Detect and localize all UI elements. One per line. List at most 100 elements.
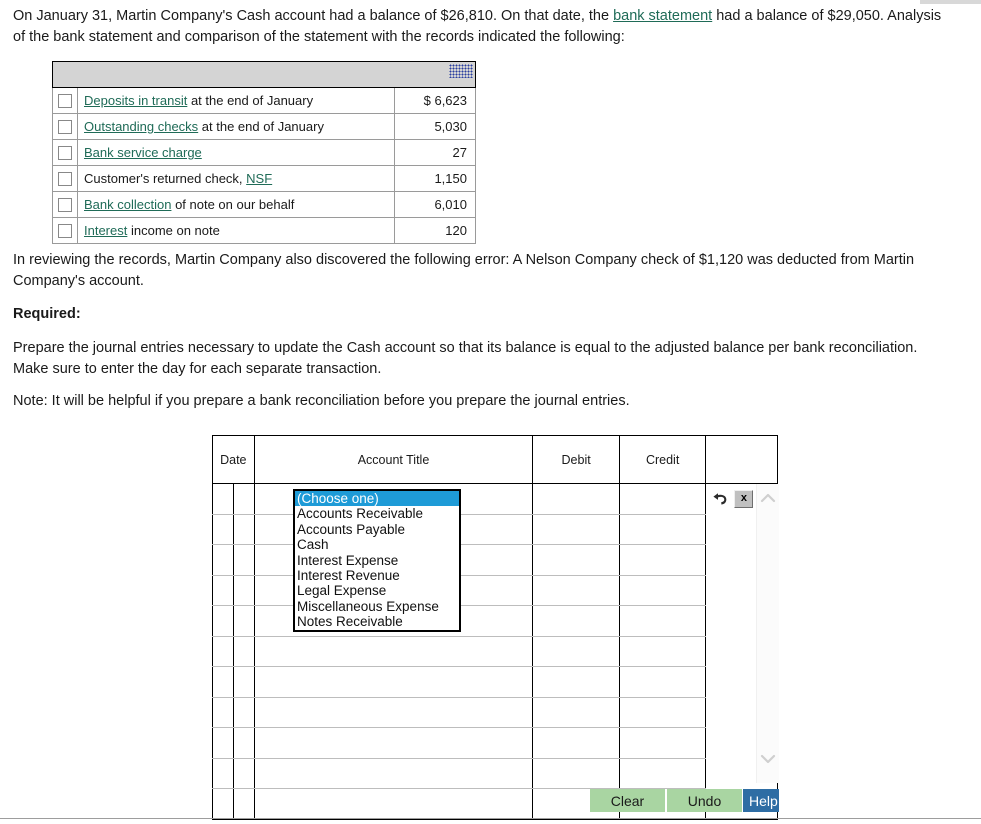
- row-checkbox[interactable]: [58, 198, 72, 213]
- journal-cell-date-day[interactable]: [232, 666, 255, 698]
- row-checkbox[interactable]: [58, 94, 72, 109]
- journal-cell-date-month[interactable]: [212, 666, 234, 698]
- account-option[interactable]: Legal Expense: [295, 583, 459, 598]
- journal-cell-debit[interactable]: [532, 574, 620, 606]
- journal-entry-panel: Date Account Title Debit Credit x (Choos…: [212, 435, 778, 820]
- journal-cell-date-month[interactable]: [212, 635, 234, 667]
- journal-cell-credit[interactable]: [618, 666, 707, 698]
- journal-cell-credit[interactable]: [618, 757, 707, 789]
- journal-cell-date-month[interactable]: [212, 574, 234, 606]
- journal-cell-debit[interactable]: [532, 727, 620, 759]
- clear-button[interactable]: Clear: [590, 789, 665, 812]
- journal-cell-account-title[interactable]: [253, 635, 534, 667]
- journal-cell-date-day[interactable]: [232, 696, 255, 728]
- table-row: Interest income on note 120: [52, 217, 476, 244]
- table-row: Bank collection of note on our behalf 6,…: [52, 191, 476, 218]
- bank-statement-glossary-link[interactable]: bank statement: [613, 8, 712, 24]
- delete-row-button[interactable]: x: [734, 490, 754, 508]
- journal-cell-date-month[interactable]: [212, 605, 234, 637]
- facts-row-amount: 120: [394, 217, 476, 244]
- intro-text-before: On January 31, Martin Company's Cash acc…: [13, 8, 614, 24]
- journal-cell-date-day[interactable]: [232, 544, 255, 576]
- note-paragraph: Note: It will be helpful if you prepare …: [13, 393, 630, 409]
- journal-cell-credit[interactable]: [618, 605, 707, 637]
- journal-cell-credit[interactable]: [618, 574, 707, 606]
- table-row: [212, 696, 778, 728]
- journal-cell-credit[interactable]: [618, 727, 707, 759]
- facts-row-amount: 1,150: [394, 165, 476, 192]
- journal-cell-debit[interactable]: [532, 483, 620, 515]
- journal-cell-debit[interactable]: [532, 635, 620, 667]
- journal-cell-date-day[interactable]: [232, 635, 255, 667]
- undo-row-icon[interactable]: [712, 492, 729, 507]
- row-checkbox[interactable]: [58, 172, 72, 187]
- facts-row-amount: 27: [394, 139, 476, 166]
- bank-reconciliation-facts-table: Deposits in transit at the end of Januar…: [52, 61, 476, 244]
- facts-row-amount: 5,030: [394, 113, 476, 140]
- interest-glossary-link[interactable]: Interest: [84, 223, 127, 238]
- help-button[interactable]: Help: [743, 789, 779, 812]
- account-option[interactable]: Accounts Receivable: [295, 506, 459, 521]
- row-checkbox[interactable]: [58, 224, 72, 239]
- journal-cell-account-title[interactable]: [253, 666, 534, 698]
- deposits-in-transit-glossary-link[interactable]: Deposits in transit: [84, 93, 187, 108]
- account-option[interactable]: Interest Revenue: [295, 568, 459, 583]
- journal-cell-date-month[interactable]: [212, 788, 234, 820]
- bank-collection-glossary-link[interactable]: Bank collection: [84, 197, 171, 212]
- journal-cell-date-day[interactable]: [232, 483, 255, 515]
- journal-cell-date-month[interactable]: [212, 544, 234, 576]
- journal-cell-debit[interactable]: [532, 513, 620, 545]
- journal-cell-date-month[interactable]: [212, 757, 234, 789]
- journal-cell-date-month[interactable]: [212, 483, 234, 515]
- scroll-up-chevron-icon[interactable]: [760, 490, 776, 506]
- journal-cell-debit[interactable]: [532, 605, 620, 637]
- journal-cell-account-title[interactable]: [253, 788, 534, 820]
- row-checkbox[interactable]: [58, 146, 72, 161]
- journal-cell-date-month[interactable]: [212, 696, 234, 728]
- journal-cell-credit[interactable]: [618, 513, 707, 545]
- journal-cell-date-day[interactable]: [232, 727, 255, 759]
- account-option[interactable]: Notes Receivable: [295, 614, 459, 629]
- undo-button[interactable]: Undo: [667, 789, 742, 812]
- account-title-dropdown-listbox[interactable]: (Choose one) Accounts Receivable Accounts …: [293, 489, 461, 632]
- journal-cell-credit[interactable]: [618, 635, 707, 667]
- journal-cell-date-month[interactable]: [212, 727, 234, 759]
- account-option[interactable]: Interest Expense: [295, 553, 459, 568]
- facts-table-header-bar: [52, 61, 476, 88]
- journal-cell-account-title[interactable]: [253, 696, 534, 728]
- account-option[interactable]: Accounts Payable: [295, 522, 459, 537]
- facts-table-grip-cell: [52, 61, 476, 88]
- journal-cell-date-day[interactable]: [232, 605, 255, 637]
- resize-grip-icon[interactable]: [449, 64, 473, 78]
- journal-cell-debit[interactable]: [532, 544, 620, 576]
- journal-cell-date-day[interactable]: [232, 788, 255, 820]
- facts-row-description: Interest income on note: [77, 217, 395, 244]
- journal-vertical-scrollbar[interactable]: [756, 484, 779, 783]
- outstanding-checks-glossary-link[interactable]: Outstanding checks: [84, 119, 198, 134]
- table-row: Deposits in transit at the end of Januar…: [52, 87, 476, 114]
- nsf-glossary-link[interactable]: NSF: [246, 171, 272, 186]
- journal-cell-debit[interactable]: [532, 666, 620, 698]
- journal-cell-debit[interactable]: [532, 757, 620, 789]
- row-checkbox[interactable]: [58, 120, 72, 135]
- journal-cell-date-day[interactable]: [232, 757, 255, 789]
- journal-cell-credit[interactable]: [618, 696, 707, 728]
- column-header-date: Date: [212, 435, 255, 484]
- column-header-actions: [705, 435, 778, 484]
- journal-cell-account-title[interactable]: [253, 757, 534, 789]
- facts-row-checkbox-cell: [52, 217, 78, 244]
- journal-cell-debit[interactable]: [532, 696, 620, 728]
- scroll-down-chevron-icon[interactable]: [760, 751, 776, 767]
- journal-cell-date-day[interactable]: [232, 513, 255, 545]
- journal-cell-date-month[interactable]: [212, 513, 234, 545]
- journal-cell-credit[interactable]: [618, 544, 707, 576]
- account-option[interactable]: Cash: [295, 537, 459, 552]
- journal-cell-date-day[interactable]: [232, 574, 255, 606]
- account-option[interactable]: Miscellaneous Expense: [295, 599, 459, 614]
- journal-cell-account-title[interactable]: [253, 727, 534, 759]
- journal-cell-credit[interactable]: [618, 483, 707, 515]
- facts-row-checkbox-cell: [52, 191, 78, 218]
- bank-service-charge-glossary-link[interactable]: Bank service charge: [84, 145, 202, 160]
- facts-row-amount: $ 6,623: [394, 87, 476, 114]
- account-option[interactable]: (Choose one): [295, 491, 459, 507]
